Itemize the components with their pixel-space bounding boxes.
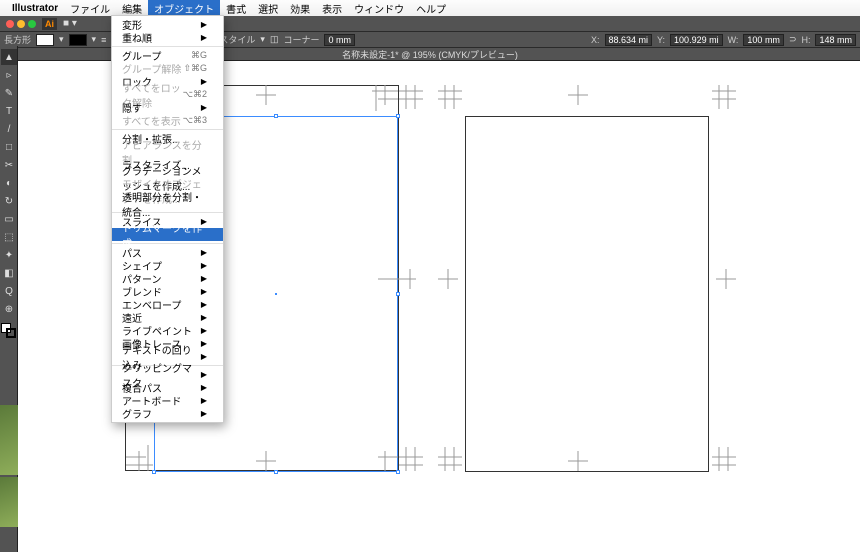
- submenu-arrow-icon: ▶: [201, 409, 207, 418]
- menu-item: すべてを表示⌥⌘3: [112, 114, 223, 127]
- submenu-arrow-icon: ▶: [201, 103, 207, 112]
- tool-eyedropper[interactable]: ◧: [1, 265, 17, 281]
- x-label: X:: [591, 35, 600, 45]
- menu-object[interactable]: オブジェクト: [148, 0, 220, 16]
- h-value[interactable]: 148 mm: [815, 34, 856, 46]
- submenu-arrow-icon: ▶: [201, 370, 207, 379]
- y-value[interactable]: 100.929 mi: [670, 34, 723, 46]
- app-name[interactable]: Illustrator: [12, 3, 58, 14]
- corner-value[interactable]: 0 mm: [324, 34, 355, 46]
- menu-select[interactable]: 選択: [252, 0, 284, 16]
- menu-separator: [112, 46, 223, 47]
- submenu-arrow-icon: ▶: [201, 20, 207, 29]
- submenu-arrow-icon: ▶: [201, 313, 207, 322]
- tool-hand[interactable]: ⊕: [1, 301, 17, 317]
- macos-menubar: Illustrator ファイル 編集 オブジェクト 書式 選択 効果 表示 ウ…: [0, 0, 860, 16]
- style-label: スタイル: [219, 33, 255, 46]
- submenu-arrow-icon: ▶: [201, 33, 207, 42]
- tool-shape-builder[interactable]: ⬚: [1, 229, 17, 245]
- submenu-arrow-icon: ▶: [201, 396, 207, 405]
- link-icon[interactable]: ⊃: [789, 34, 797, 45]
- submenu-arrow-icon: ▶: [201, 326, 207, 335]
- tool-rectangle[interactable]: □: [1, 139, 17, 155]
- dock-thumbnail[interactable]: [0, 477, 18, 527]
- tool-rotate[interactable]: ◐: [1, 175, 17, 191]
- menu-separator: [112, 129, 223, 130]
- object-menu-dropdown: 変形▶重ね順▶グループ⌘Gグループ解除⇧⌘Gロック▶すべてをロック解除⌥⌘2隠す…: [111, 15, 224, 423]
- menu-edit[interactable]: 編集: [116, 0, 148, 16]
- tool-zoom[interactable]: Q: [1, 283, 17, 299]
- menu-type[interactable]: 書式: [220, 0, 252, 16]
- tool-gradient[interactable]: ✦: [1, 247, 17, 263]
- submenu-arrow-icon: ▶: [201, 339, 207, 348]
- sel-handle[interactable]: [274, 470, 278, 474]
- tool-pen[interactable]: ✎: [1, 85, 17, 101]
- corner-label: コーナー: [283, 33, 319, 46]
- sel-handle[interactable]: [396, 114, 400, 118]
- menu-item[interactable]: グラフ ▶: [112, 407, 223, 420]
- tool-direct-select[interactable]: ▹: [1, 67, 17, 83]
- tool-scissors[interactable]: ✂: [1, 157, 17, 173]
- menu-item-label: すべてを表示: [122, 113, 181, 128]
- menu-effect[interactable]: 効果: [284, 0, 316, 16]
- tool-scale[interactable]: ↻: [1, 193, 17, 209]
- tool-width[interactable]: ▭: [1, 211, 17, 227]
- menu-shortcut: ⌥⌘2: [183, 89, 207, 100]
- menu-file[interactable]: ファイル: [64, 0, 116, 16]
- menu-item[interactable]: 透明部分を分割・統合...: [112, 197, 223, 210]
- sel-handle[interactable]: [274, 114, 278, 118]
- fill-swatch[interactable]: [36, 34, 54, 46]
- submenu-arrow-icon: ▶: [201, 383, 207, 392]
- sel-handle[interactable]: [396, 292, 400, 296]
- menu-item[interactable]: トリムマークを作成: [112, 228, 223, 241]
- submenu-arrow-icon: ▶: [201, 352, 207, 361]
- menu-window[interactable]: ウィンドウ: [348, 0, 410, 16]
- h-label: H:: [801, 35, 810, 45]
- menu-shortcut: ⌘G: [191, 50, 207, 61]
- x-value[interactable]: 88.634 mi: [605, 34, 653, 46]
- align-icon[interactable]: ◫: [270, 34, 279, 45]
- submenu-arrow-icon: ▶: [201, 274, 207, 283]
- artboard-2: [465, 116, 709, 472]
- menu-shortcut: ⌥⌘3: [183, 115, 207, 126]
- stroke-weight-icon[interactable]: ≡: [101, 35, 106, 45]
- tool-line[interactable]: /: [1, 121, 17, 137]
- submenu-arrow-icon: ▶: [201, 77, 207, 86]
- window-traffic-lights[interactable]: [6, 20, 36, 28]
- selection-center: [275, 293, 277, 295]
- submenu-arrow-icon: ▶: [201, 287, 207, 296]
- menu-shortcut: ⇧⌘G: [183, 63, 207, 74]
- menu-view[interactable]: 表示: [316, 0, 348, 16]
- workspace-switcher[interactable]: ■ ▾: [63, 18, 77, 29]
- dock-thumbnail[interactable]: [0, 405, 18, 475]
- menu-help[interactable]: ヘルプ: [410, 0, 452, 16]
- menu-item-label: 重ね順: [122, 30, 152, 45]
- fill-stroke-indicator[interactable]: [1, 323, 17, 339]
- sel-handle[interactable]: [396, 470, 400, 474]
- y-label: Y:: [657, 35, 665, 45]
- submenu-arrow-icon: ▶: [201, 300, 207, 309]
- submenu-arrow-icon: ▶: [201, 248, 207, 257]
- menu-item[interactable]: 重ね順 ▶: [112, 31, 223, 44]
- shape-label: 長方形: [4, 33, 31, 46]
- menu-item-label: グラフ: [122, 406, 152, 421]
- w-label: W:: [728, 35, 739, 45]
- dock-thumbnail-strip: [0, 405, 18, 552]
- tool-type[interactable]: T: [1, 103, 17, 119]
- app-icon: Ai: [42, 18, 57, 30]
- stroke-swatch[interactable]: [69, 34, 87, 46]
- submenu-arrow-icon: ▶: [201, 261, 207, 270]
- sel-handle[interactable]: [152, 470, 156, 474]
- w-value[interactable]: 100 mm: [743, 34, 784, 46]
- tool-selection[interactable]: ▲: [1, 49, 17, 65]
